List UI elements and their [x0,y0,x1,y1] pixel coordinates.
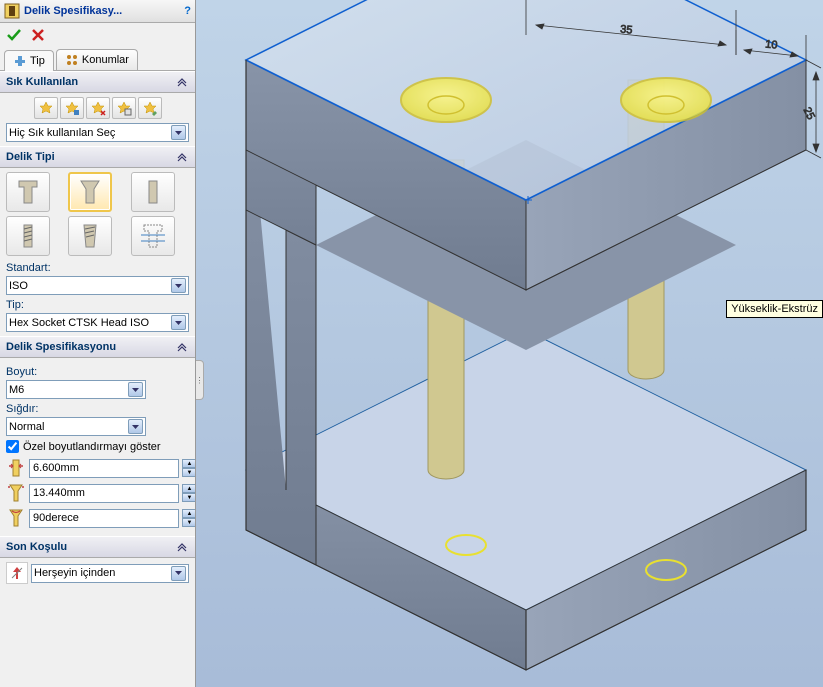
favorites-toolbar [6,97,189,119]
dimension-10: 10 [765,38,778,51]
hole-straight-button[interactable] [131,172,175,212]
spinner-down[interactable]: ▼ [182,468,195,477]
fav-btn-1[interactable] [34,97,58,119]
property-panel: Delik Spesifikasy... ? Tip Konumlar Sık … [0,0,196,687]
standard-label: Standart: [6,262,189,274]
dropdown-arrow-icon [128,419,143,434]
fav-btn-4[interactable] [112,97,136,119]
group-holespec-header[interactable]: Delik Spesifikasyonu [0,336,195,358]
reverse-direction-button[interactable] [6,562,28,584]
panel-scroll-area[interactable]: Sık Kullanılan Hiç Sık kullanılan Seç De… [0,71,195,687]
dim-row-3: ▲ ▼ [6,507,189,529]
dim-1-input[interactable] [29,459,179,478]
dropdown-arrow-icon [128,382,143,397]
tab-konumlar-label: Konumlar [82,54,129,66]
panel-header: Delik Spesifikasy... ? [0,0,195,23]
dim-row-1: ▲ ▼ [6,457,189,479]
group-favorites-header[interactable]: Sık Kullanılan [0,71,195,93]
3d-viewport[interactable]: 35 10 25 Yükseklik-Ekstrüz [196,0,823,687]
fav-btn-3[interactable] [86,97,110,119]
hole-counterbore-button[interactable] [6,172,50,212]
countersink-diameter-icon [6,482,26,504]
standard-dropdown[interactable]: ISO [6,276,189,295]
dropdown-arrow-icon [171,315,186,330]
hole-legacy-button[interactable] [131,216,175,256]
tip-value: Hex Socket CTSK Head ISO [9,317,171,329]
group-endcond-header[interactable]: Son Koşulu [0,536,195,558]
hole-pipe-button[interactable] [68,216,112,256]
through-diameter-icon [6,457,26,479]
spinner-up[interactable]: ▲ [182,459,195,468]
hole-countersink-button[interactable] [68,172,112,212]
custom-size-checkbox-row: Özel boyutlandırmayı göster [6,440,189,453]
tip-label: Tip: [6,299,189,311]
ok-button[interactable] [6,27,22,43]
custom-size-label: Özel boyutlandırmayı göster [23,441,161,453]
standard-value: ISO [9,280,171,292]
panel-title: Delik Spesifikasy... [24,5,180,17]
tip-tab-icon [13,54,27,68]
endcond-dropdown[interactable]: Herşeyin içinden [31,564,189,583]
dim-row-2: ▲ ▼ [6,482,189,504]
favorites-dropdown-text: Hiç Sık kullanılan Seç [9,127,171,139]
holetype-title: Delik Tipi [6,151,55,163]
tooltip-callout: Yükseklik-Ekstrüz [726,300,823,318]
help-button[interactable]: ? [184,5,191,17]
holespec-title: Delik Spesifikasyonu [6,341,116,353]
tip-dropdown[interactable]: Hex Socket CTSK Head ISO [6,313,189,332]
group-endcond-body: Herşeyin içinden [0,558,195,588]
dim-2-input[interactable] [29,484,179,503]
custom-size-checkbox[interactable] [6,440,19,453]
favorites-title: Sık Kullanılan [6,76,78,88]
size-label: Boyut: [6,366,189,378]
countersink-angle-icon [6,507,26,529]
spinner-up[interactable]: ▲ [182,484,195,493]
group-holespec-body: Boyut: M6 Sığdır: Normal Özel boyutlandı… [0,358,195,536]
feature-icon [4,3,20,19]
fav-btn-2[interactable] [60,97,84,119]
dimension-35: 35 [620,23,633,36]
tabs-row: Tip Konumlar [0,47,195,71]
endcond-title: Son Koşulu [6,541,67,553]
dropdown-arrow-icon [171,278,186,293]
fit-dropdown[interactable]: Normal [6,417,146,436]
dim-2-spinner: ▲ ▼ [182,484,195,502]
dim-3-input[interactable] [29,509,179,528]
size-dropdown[interactable]: M6 [6,380,146,399]
endcond-value: Herşeyin içinden [34,567,171,579]
spinner-down[interactable]: ▼ [182,493,195,502]
dim-1-spinner: ▲ ▼ [182,459,195,477]
group-favorites-body: Hiç Sık kullanılan Seç [0,93,195,146]
favorites-dropdown[interactable]: Hiç Sık kullanılan Seç [6,123,189,142]
model-view: 35 10 25 [196,0,823,687]
group-holetype-header[interactable]: Delik Tipi [0,146,195,168]
action-row [0,23,195,47]
cancel-button[interactable] [30,27,46,43]
collapse-icon [175,540,189,554]
tab-konumlar[interactable]: Konumlar [56,49,138,70]
dropdown-arrow-icon [171,125,186,140]
spinner-up[interactable]: ▲ [182,509,195,518]
endcond-row: Herşeyin içinden [6,562,189,584]
fit-label: Sığdır: [6,403,189,415]
size-value: M6 [9,384,128,396]
fit-value: Normal [9,421,128,433]
spinner-down[interactable]: ▼ [182,518,195,527]
tab-tip[interactable]: Tip [4,50,54,71]
hole-tapped-button[interactable] [6,216,50,256]
hole-type-grid [6,172,189,256]
dropdown-arrow-icon [171,566,186,581]
tab-tip-label: Tip [30,55,45,67]
collapse-icon [175,150,189,164]
konumlar-tab-icon [65,53,79,67]
group-holetype-body: Standart: ISO Tip: Hex Socket CTSK Head … [0,168,195,336]
collapse-icon [175,75,189,89]
dim-3-spinner: ▲ ▼ [182,509,195,527]
panel-drag-handle[interactable]: ⋮ [196,360,204,400]
collapse-icon [175,340,189,354]
fav-btn-5[interactable] [138,97,162,119]
